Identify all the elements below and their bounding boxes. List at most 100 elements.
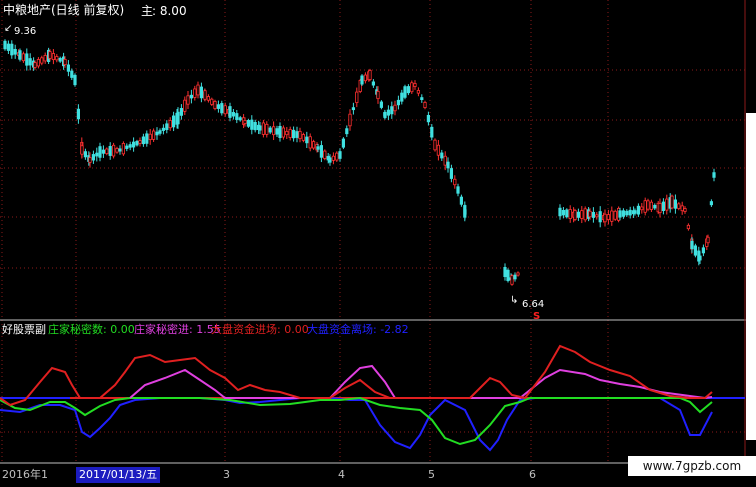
candle-body[interactable]	[606, 214, 611, 220]
candle-body[interactable]	[199, 86, 203, 99]
candle-body[interactable]	[43, 55, 47, 62]
candle-body[interactable]	[646, 200, 650, 210]
candle-body[interactable]	[95, 152, 99, 157]
candle-body[interactable]	[58, 57, 62, 62]
candle-body[interactable]	[686, 224, 691, 230]
candle-body[interactable]	[506, 269, 510, 282]
candle-body[interactable]	[643, 200, 647, 213]
candle-body[interactable]	[363, 74, 368, 82]
candle-body[interactable]	[588, 210, 592, 218]
candle-body[interactable]	[598, 211, 602, 223]
candle-body[interactable]	[341, 138, 346, 148]
candle-body[interactable]	[583, 208, 587, 221]
candle-body[interactable]	[661, 201, 666, 211]
candle-body[interactable]	[410, 82, 414, 93]
candle-body[interactable]	[21, 53, 26, 62]
candle-body[interactable]	[436, 144, 441, 156]
candle-body[interactable]	[680, 205, 684, 212]
candle-body[interactable]	[420, 97, 424, 101]
candle-body[interactable]	[148, 133, 152, 140]
stock-chart-canvas[interactable]	[0, 0, 756, 487]
candle-body[interactable]	[63, 58, 67, 66]
candle-body[interactable]	[128, 144, 132, 148]
candle-body[interactable]	[565, 209, 569, 218]
candle-body[interactable]	[308, 136, 312, 149]
candle-body[interactable]	[459, 196, 464, 205]
candle-body[interactable]	[25, 53, 29, 66]
candle-body[interactable]	[338, 151, 342, 159]
candle-body[interactable]	[281, 127, 286, 138]
candle-body[interactable]	[693, 245, 698, 256]
candle-body[interactable]	[73, 74, 77, 86]
candle-body[interactable]	[621, 210, 626, 217]
candle-body[interactable]	[305, 136, 309, 144]
candle-body[interactable]	[640, 206, 644, 211]
candle-body[interactable]	[131, 141, 136, 148]
candle-body[interactable]	[396, 99, 401, 106]
candle-body[interactable]	[580, 210, 584, 219]
candle-body[interactable]	[670, 195, 674, 209]
candle-body[interactable]	[573, 210, 577, 220]
candle-body[interactable]	[690, 240, 694, 250]
candle-body[interactable]	[213, 101, 217, 109]
candle-body[interactable]	[683, 208, 687, 212]
candle-body[interactable]	[243, 120, 247, 124]
candle-body[interactable]	[323, 150, 327, 159]
candle-body[interactable]	[265, 123, 269, 135]
candle-body[interactable]	[463, 209, 467, 215]
candle-body[interactable]	[253, 121, 257, 131]
candle-body[interactable]	[701, 247, 706, 254]
candle-body[interactable]	[193, 88, 197, 98]
candle-body[interactable]	[430, 126, 434, 138]
candle-body[interactable]	[591, 211, 596, 218]
candle-body[interactable]	[250, 119, 254, 130]
candle-body[interactable]	[516, 272, 520, 276]
candle-body[interactable]	[51, 53, 56, 60]
candle-body[interactable]	[121, 143, 125, 155]
candle-body[interactable]	[291, 129, 296, 139]
candle-body[interactable]	[603, 213, 607, 223]
candle-body[interactable]	[348, 113, 352, 127]
candle-body[interactable]	[625, 210, 629, 216]
candle-body[interactable]	[6, 43, 10, 51]
candle-body[interactable]	[698, 255, 702, 261]
candle-body[interactable]	[36, 59, 41, 67]
candle-body[interactable]	[390, 106, 394, 115]
candle-body[interactable]	[10, 43, 14, 56]
candle-body[interactable]	[677, 203, 681, 209]
candle-body[interactable]	[371, 81, 376, 86]
candle-body[interactable]	[443, 155, 447, 166]
candle-body[interactable]	[118, 148, 122, 152]
candle-body[interactable]	[115, 148, 119, 153]
candle-body[interactable]	[386, 109, 391, 116]
candle-body[interactable]	[568, 209, 572, 219]
candle-body[interactable]	[383, 111, 387, 119]
candle-body[interactable]	[278, 125, 282, 139]
candle-body[interactable]	[649, 201, 654, 210]
candle-body[interactable]	[28, 58, 32, 66]
candle-body[interactable]	[316, 146, 320, 150]
candle-body[interactable]	[298, 130, 302, 140]
candle-body[interactable]	[393, 104, 397, 112]
candle-body[interactable]	[433, 139, 437, 151]
candle-body[interactable]	[595, 214, 599, 218]
candle-body[interactable]	[331, 155, 336, 161]
candle-body[interactable]	[91, 154, 95, 161]
candle-body[interactable]	[258, 125, 262, 131]
candle-body[interactable]	[55, 56, 59, 61]
candle-body[interactable]	[176, 111, 180, 125]
candle-body[interactable]	[186, 95, 190, 105]
candle-body[interactable]	[135, 140, 139, 146]
candle-body[interactable]	[360, 75, 364, 85]
candle-body[interactable]	[712, 172, 716, 178]
candle-body[interactable]	[238, 117, 242, 121]
candle-body[interactable]	[275, 128, 279, 135]
candle-body[interactable]	[80, 145, 84, 155]
candle-body[interactable]	[70, 70, 74, 78]
candle-body[interactable]	[216, 104, 220, 109]
candle-body[interactable]	[155, 131, 159, 136]
candle-body[interactable]	[665, 198, 669, 211]
candle-body[interactable]	[18, 50, 22, 60]
candle-body[interactable]	[513, 274, 517, 280]
candle-body[interactable]	[285, 130, 289, 136]
